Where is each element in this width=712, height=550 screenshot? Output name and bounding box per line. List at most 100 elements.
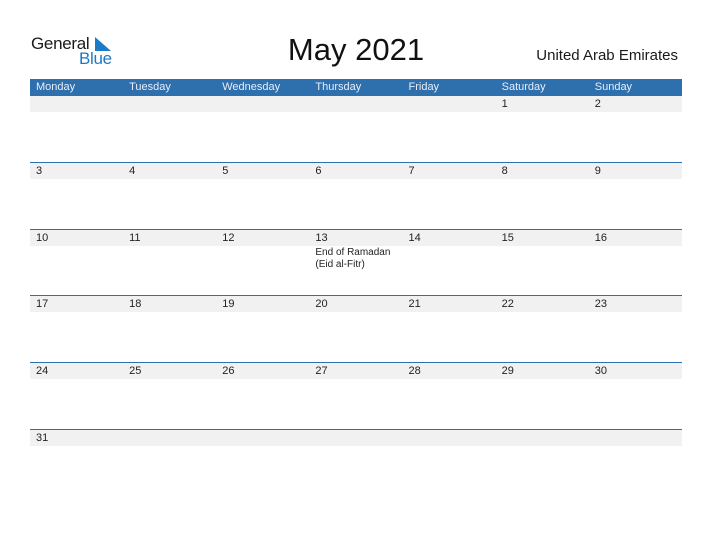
day-cell[interactable] — [123, 430, 217, 446]
weekday-sunday: Sunday — [594, 81, 633, 93]
day-cell[interactable]: 13 End of Ramadan (Eid al-Fitr) — [309, 230, 403, 271]
holiday-event-line: End of Ramadan — [315, 247, 391, 258]
day-number: 20 — [309, 296, 403, 312]
day-number: 6 — [309, 163, 403, 179]
day-number: 28 — [402, 363, 496, 379]
day-number — [588, 430, 682, 446]
day-cell[interactable]: 5 — [216, 163, 310, 179]
day-number: 14 — [402, 230, 496, 246]
day-cell[interactable]: 30 — [588, 363, 682, 379]
day-cell[interactable]: 27 — [309, 363, 403, 379]
day-cell[interactable] — [402, 96, 496, 112]
week-row: 17 18 19 20 21 22 23 — [30, 295, 682, 312]
holiday-event: End of Ramadan (Eid al-Fitr) — [309, 247, 402, 271]
day-number: 23 — [588, 296, 682, 312]
week-row: 31 — [30, 429, 682, 446]
day-number — [309, 430, 403, 446]
day-cell[interactable]: 9 — [588, 163, 682, 179]
day-number — [309, 96, 403, 112]
day-number: 7 — [402, 163, 496, 179]
day-number: 22 — [495, 296, 589, 312]
day-number: 11 — [123, 230, 217, 246]
day-number: 10 — [30, 230, 124, 246]
weekday-tuesday: Tuesday — [129, 81, 171, 93]
day-cell[interactable]: 23 — [588, 296, 682, 312]
day-number: 25 — [123, 363, 217, 379]
day-cell[interactable]: 31 — [30, 430, 124, 446]
day-cell[interactable] — [216, 96, 310, 112]
day-cell[interactable]: 2 — [588, 96, 682, 112]
holiday-event-line: (Eid al-Fitr) — [315, 259, 365, 270]
day-cell[interactable]: 4 — [123, 163, 217, 179]
day-cell[interactable]: 21 — [402, 296, 496, 312]
day-cell[interactable]: 6 — [309, 163, 403, 179]
day-number — [216, 430, 310, 446]
day-cell[interactable]: 3 — [30, 163, 124, 179]
weekday-thursday: Thursday — [315, 81, 362, 93]
day-cell[interactable]: 1 — [495, 96, 589, 112]
weekday-monday: Monday — [36, 81, 76, 93]
day-cell[interactable] — [495, 430, 589, 446]
day-cell[interactable] — [309, 430, 403, 446]
day-number: 24 — [30, 363, 124, 379]
day-cell[interactable] — [588, 430, 682, 446]
day-cell[interactable]: 20 — [309, 296, 403, 312]
weekday-saturday: Saturday — [501, 81, 546, 93]
day-cell[interactable]: 7 — [402, 163, 496, 179]
day-cell[interactable]: 28 — [402, 363, 496, 379]
week-row: 3456789 — [30, 162, 682, 179]
day-number: 4 — [123, 163, 217, 179]
day-number — [402, 96, 496, 112]
day-number — [402, 430, 496, 446]
day-number: 17 — [30, 296, 124, 312]
day-cell[interactable]: 26 — [216, 363, 310, 379]
day-cell[interactable]: 11 — [123, 230, 217, 271]
day-number: 3 — [30, 163, 124, 179]
day-number: 8 — [495, 163, 589, 179]
day-cell[interactable] — [123, 96, 217, 112]
day-number: 15 — [495, 230, 589, 246]
day-cell[interactable]: 19 — [216, 296, 310, 312]
day-number — [123, 96, 217, 112]
day-number: 5 — [216, 163, 310, 179]
day-cell[interactable]: 17 — [30, 296, 124, 312]
day-cell[interactable]: 29 — [495, 363, 589, 379]
day-number — [216, 96, 310, 112]
day-number: 12 — [216, 230, 310, 246]
weekday-wednesday: Wednesday — [222, 81, 281, 93]
day-cell[interactable] — [402, 430, 496, 446]
day-cell[interactable]: 8 — [495, 163, 589, 179]
day-cell[interactable]: 14 — [402, 230, 496, 271]
week-row: 10 11 12 13 End of Ramadan (Eid al-Fitr) 14 15 1… — [30, 229, 682, 271]
day-cell[interactable]: 12 — [216, 230, 310, 271]
day-cell[interactable] — [216, 430, 310, 446]
day-cell[interactable] — [309, 96, 403, 112]
weekday-header: Monday Tuesday Wednesday Thursday Friday… — [30, 79, 682, 96]
day-number — [123, 430, 217, 446]
day-number: 1 — [495, 96, 589, 112]
day-number: 30 — [588, 363, 682, 379]
country-name: United Arab Emirates — [536, 47, 678, 64]
day-number: 29 — [495, 363, 589, 379]
day-cell[interactable]: 24 — [30, 363, 124, 379]
day-number: 19 — [216, 296, 310, 312]
day-number: 27 — [309, 363, 403, 379]
weekday-friday: Friday — [408, 81, 440, 93]
day-number: 21 — [402, 296, 496, 312]
day-number: 16 — [588, 230, 682, 246]
day-number: 2 — [588, 96, 682, 112]
day-number: 18 — [123, 296, 217, 312]
day-cell[interactable]: 15 — [495, 230, 589, 271]
week-row: 12 — [30, 96, 682, 112]
day-number: 9 — [588, 163, 682, 179]
day-cell[interactable]: 16 — [588, 230, 682, 271]
day-cell[interactable]: 25 — [123, 363, 217, 379]
day-cell[interactable]: 22 — [495, 296, 589, 312]
day-cell[interactable]: 10 — [30, 230, 124, 271]
day-cell[interactable]: 18 — [123, 296, 217, 312]
day-number — [30, 96, 124, 112]
day-number: 31 — [30, 430, 124, 446]
day-cell[interactable] — [30, 96, 124, 112]
day-number: 13 — [309, 230, 403, 246]
day-number — [495, 430, 589, 446]
